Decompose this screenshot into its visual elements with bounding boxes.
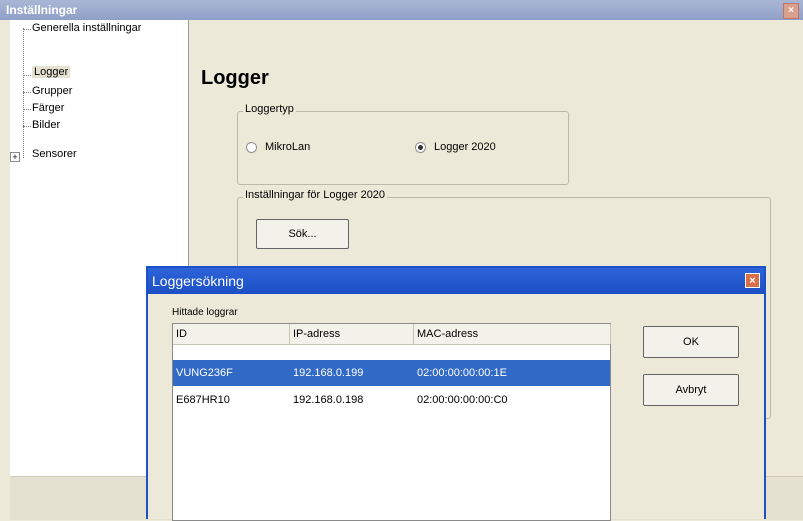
tree-item-bilder[interactable]: Bilder [32,119,60,131]
tree-item-generella[interactable]: Generella inställningar [32,22,141,34]
radio-mikrolan-label: MikroLan [265,141,311,153]
column-header-id[interactable]: ID [173,324,290,344]
tree-connector [23,92,31,93]
row-id: VUNG236F [176,367,233,379]
main-window-title: Inställningar [6,3,78,17]
cancel-button[interactable]: Avbryt [643,374,739,406]
found-loggers-label: Hittade loggrar [172,307,238,318]
tree-connector [23,75,31,76]
dialog-close-button[interactable]: × [745,273,760,288]
dialog-titlebar: Loggersökning × [148,268,764,294]
page-title: Logger [201,67,269,89]
column-header-mac[interactable]: MAC-adress [414,324,611,344]
logger-2020-settings-legend: Inställningar för Logger 2020 [243,189,388,201]
search-button[interactable]: Sök... [256,219,349,249]
row-ip: 192.168.0.199 [293,367,364,379]
tree-connector [23,28,24,158]
tree-item-sensorer[interactable]: Sensorer [32,148,77,160]
tree-connector [23,109,31,110]
row-ip: 192.168.0.198 [293,394,364,406]
list-row[interactable]: VUNG236F 192.168.0.199 02:00:00:00:00:1E [173,360,610,386]
tree-item-logger[interactable]: Logger [32,66,71,78]
logger-search-dialog: Loggersökning × Hittade loggrar ID IP-ad… [146,266,766,521]
main-window-close-button[interactable]: × [783,3,799,19]
tree-item-grupper[interactable]: Grupper [32,85,72,97]
expand-plus-icon[interactable]: + [10,152,20,162]
radio-mikrolan[interactable]: MikroLan [246,141,310,153]
ok-button[interactable]: OK [643,326,739,358]
list-row[interactable]: E687HR10 192.168.0.198 02:00:00:00:00:C0 [173,387,610,413]
row-mac: 02:00:00:00:00:1E [417,367,507,379]
radio-logger-2020[interactable]: Logger 2020 [415,141,496,153]
radio-logger-2020-label: Logger 2020 [434,141,496,153]
tree-item-farger[interactable]: Färger [32,102,64,114]
row-id: E687HR10 [176,394,230,406]
radio-unchecked-icon [246,141,257,153]
row-mac: 02:00:00:00:00:C0 [417,394,508,406]
dialog-title: Loggersökning [152,273,244,289]
column-header-ip[interactable]: IP-adress [290,324,414,344]
logger-type-legend: Loggertyp [243,103,296,115]
found-loggers-list[interactable]: ID IP-adress MAC-adress VUNG236F 192.168… [172,323,611,521]
radio-checked-icon [415,141,426,153]
main-window-titlebar: Inställningar × [0,0,803,20]
tree-connector [23,29,31,30]
tree-connector [23,126,31,127]
list-header: ID IP-adress MAC-adress [173,324,611,345]
